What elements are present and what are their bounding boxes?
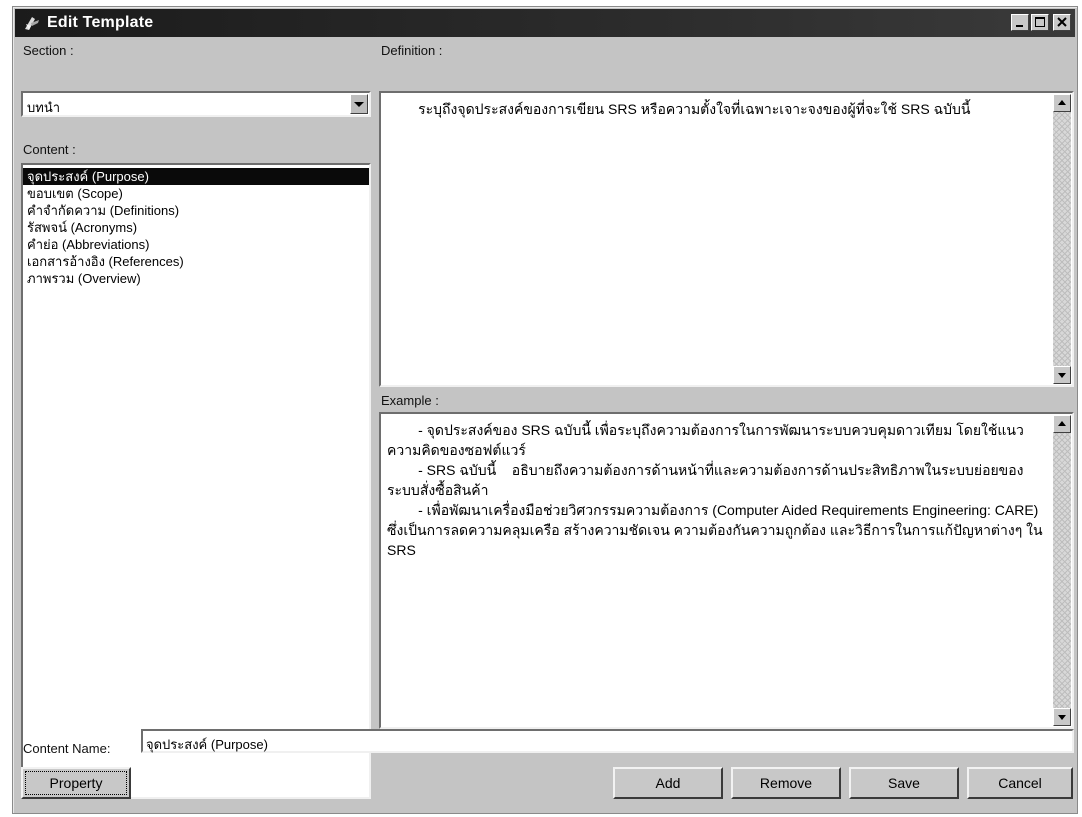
- section-combobox[interactable]: บทนำ: [21, 91, 371, 117]
- maximize-icon[interactable]: [1031, 14, 1049, 31]
- list-item[interactable]: เอกสารอ้างอิง (References): [23, 253, 369, 270]
- scroll-up-icon[interactable]: [1053, 94, 1071, 112]
- close-icon[interactable]: [1053, 14, 1071, 31]
- edit-template-window: Edit Template Section : บทนำ Content : จ…: [12, 6, 1078, 814]
- section-label: Section :: [23, 43, 74, 58]
- save-button[interactable]: Save: [849, 767, 959, 799]
- property-button[interactable]: Property: [21, 767, 131, 799]
- list-item[interactable]: คำจำกัดความ (Definitions): [23, 202, 369, 219]
- definition-text: ระบุถึงจุดประสงค์ของการเขียน SRS หรือควา…: [387, 101, 971, 117]
- scroll-up-icon[interactable]: [1053, 415, 1071, 433]
- content-name-value: จุดประสงค์ (Purpose): [146, 737, 268, 752]
- content-name-label: Content Name:: [23, 741, 111, 756]
- example-memo[interactable]: - จุดประสงค์ของ SRS ฉบับนี้ เพื่อระบุถึง…: [379, 412, 1074, 729]
- definition-label: Definition :: [381, 43, 443, 58]
- example-scrollbar[interactable]: [1053, 415, 1071, 726]
- list-item[interactable]: รัสพจน์ (Acronyms): [23, 219, 369, 236]
- list-item[interactable]: จุดประสงค์ (Purpose): [23, 168, 369, 185]
- content-name-input[interactable]: จุดประสงค์ (Purpose): [141, 729, 1074, 753]
- content-list[interactable]: จุดประสงค์ (Purpose) ขอบเขต (Scope) คำจำกั…: [21, 163, 371, 799]
- template-edit-icon: [23, 14, 41, 32]
- scroll-down-icon[interactable]: [1053, 708, 1071, 726]
- add-button[interactable]: Add: [613, 767, 723, 799]
- chevron-down-icon[interactable]: [350, 94, 368, 114]
- list-item[interactable]: ภาพรวม (Overview): [23, 270, 369, 287]
- remove-button[interactable]: Remove: [731, 767, 841, 799]
- content-label: Content :: [23, 142, 76, 157]
- title-bar[interactable]: Edit Template: [15, 9, 1075, 37]
- example-text: - จุดประสงค์ของ SRS ฉบับนี้ เพื่อระบุถึง…: [387, 422, 1043, 558]
- minimize-icon[interactable]: [1011, 14, 1029, 31]
- scroll-down-icon[interactable]: [1053, 366, 1071, 384]
- window-title: Edit Template: [47, 14, 154, 31]
- example-label: Example :: [381, 393, 439, 408]
- section-value: บทนำ: [27, 100, 61, 115]
- list-item[interactable]: คำย่อ (Abbreviations): [23, 236, 369, 253]
- definition-memo[interactable]: ระบุถึงจุดประสงค์ของการเขียน SRS หรือควา…: [379, 91, 1074, 387]
- definition-scrollbar[interactable]: [1053, 94, 1071, 384]
- cancel-button[interactable]: Cancel: [967, 767, 1073, 799]
- list-item[interactable]: ขอบเขต (Scope): [23, 185, 369, 202]
